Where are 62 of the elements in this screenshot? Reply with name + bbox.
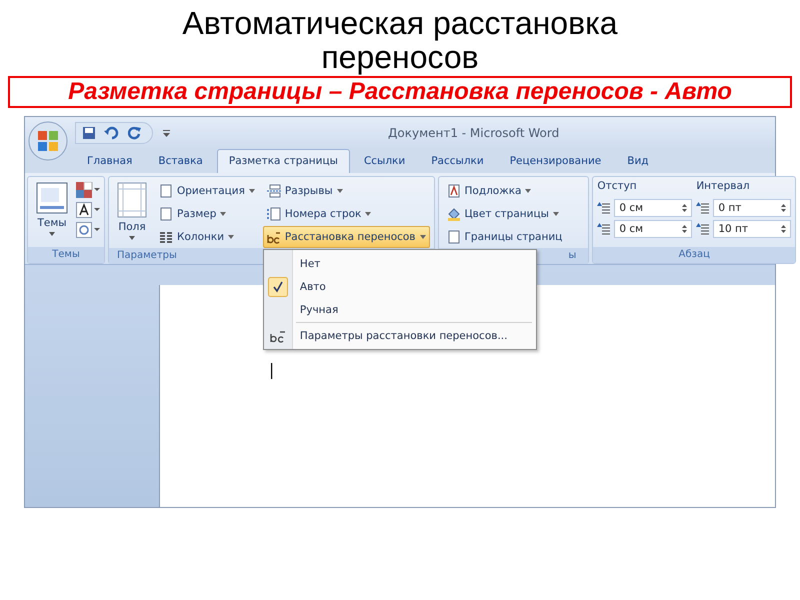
save-icon[interactable]: [82, 126, 96, 140]
ribbon-button[interactable]: Номера строк: [262, 203, 376, 225]
window-title: Документ1 - Microsoft Word: [388, 126, 560, 140]
ribbon-button[interactable]: Разрывы: [262, 180, 347, 202]
spinner-icon[interactable]: [682, 224, 688, 234]
page-icon: [159, 207, 173, 221]
line-numbers-icon: [266, 207, 281, 221]
text-cursor-icon: [270, 363, 273, 379]
ribbon-button[interactable]: Расстановка переносов: [262, 226, 430, 248]
watermark-icon: [446, 184, 461, 198]
spacing-icon: [696, 222, 710, 236]
themes-icon: [36, 182, 68, 214]
caret-icon: [129, 236, 135, 240]
menu-item[interactable]: Параметры расстановки переносов...: [292, 330, 516, 342]
number-field[interactable]: 0 см: [614, 199, 692, 217]
spacing-icon: [597, 222, 612, 236]
theme-fonts-icon[interactable]: [76, 202, 100, 218]
redo-icon[interactable]: [128, 126, 142, 140]
spinner-icon[interactable]: [781, 203, 786, 213]
themes-button[interactable]: Темы: [32, 180, 72, 247]
ribbon-button[interactable]: Размер: [155, 203, 230, 225]
ribbon-tab[interactable]: Разметка страницы: [216, 149, 350, 173]
spacing-icon: [597, 201, 612, 215]
margins-icon: [117, 182, 147, 218]
ribbon-tab[interactable]: Вставка: [146, 149, 215, 173]
spinner-icon[interactable]: [781, 224, 786, 234]
columns-icon: [159, 230, 173, 244]
spacing-icon: [696, 201, 710, 215]
ribbon-button[interactable]: Колонки: [155, 226, 238, 248]
menu-item[interactable]: Ручная: [292, 304, 346, 316]
ribbon-button[interactable]: Цвет страницы: [442, 203, 563, 225]
section-label: Интервал: [696, 180, 751, 194]
theme-effects-icon[interactable]: [76, 222, 100, 238]
ribbon-tab[interactable]: Рецензирование: [498, 149, 614, 173]
slide-title: Автоматическая расстановка переносов: [181, 6, 619, 74]
subtitle: Разметка страницы – Расстановка переносов - Авто: [8, 76, 792, 108]
page-icon: [159, 184, 173, 198]
group-label: Абзац: [593, 247, 796, 263]
undo-icon[interactable]: [104, 126, 120, 140]
paint-bucket-icon: [446, 207, 461, 221]
page-break-icon: [266, 184, 281, 198]
number-field[interactable]: 10 пт: [713, 220, 792, 238]
hyphenation-icon: [266, 230, 281, 244]
section-label: Отступ: [597, 180, 638, 194]
ribbon-tab[interactable]: Рассылки: [419, 149, 496, 173]
menu-item[interactable]: Авто: [292, 280, 334, 292]
hyphenation-icon: [270, 328, 286, 342]
ribbon-tab[interactable]: Вид: [615, 149, 661, 173]
number-field[interactable]: 0 см: [614, 220, 692, 238]
ribbon-tab[interactable]: Главная: [75, 149, 144, 173]
ribbon-button[interactable]: Подложка: [442, 180, 536, 202]
ribbon-tab[interactable]: Ссылки: [352, 149, 418, 173]
caret-icon: [49, 232, 55, 236]
page-icon: [446, 230, 461, 244]
theme-colors-icon[interactable]: [76, 182, 100, 198]
customize-icon[interactable]: [163, 130, 170, 136]
ribbon-button[interactable]: Границы страниц: [442, 226, 566, 248]
group-label: Темы: [28, 247, 104, 263]
spinner-icon[interactable]: [682, 203, 688, 213]
margins-button[interactable]: Поля: [113, 180, 151, 248]
number-field[interactable]: 0 пт: [713, 199, 792, 217]
ribbon-button[interactable]: Ориентация: [155, 180, 259, 202]
